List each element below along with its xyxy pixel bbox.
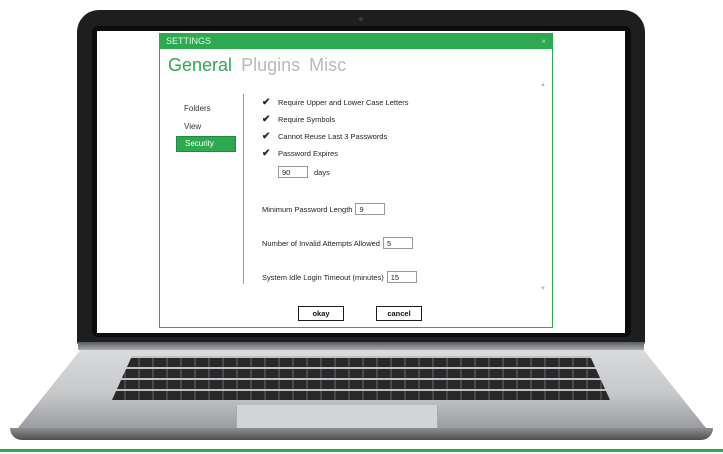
laptop-bottom-edge bbox=[10, 428, 713, 440]
checkbox-label: Password Expires bbox=[278, 149, 339, 158]
nav-item-view[interactable]: View bbox=[176, 118, 236, 136]
scroll-up-icon[interactable]: ▲ bbox=[540, 82, 546, 88]
tab-misc[interactable]: Misc bbox=[309, 55, 346, 75]
cancel-button[interactable]: cancel bbox=[376, 306, 422, 321]
laptop-screen: SETTINGS × General Plugins Misc ▲ Folder… bbox=[97, 31, 625, 333]
checkmark-icon[interactable]: ✔ bbox=[262, 148, 272, 159]
idle-timeout-input[interactable]: 15 bbox=[386, 271, 417, 283]
checkbox-row[interactable]: ✔ Require Upper and Lower Case Letters bbox=[262, 94, 417, 111]
checkbox-row[interactable]: ✔ Password Expires bbox=[262, 145, 417, 162]
settings-nav: Folders View Security bbox=[176, 100, 236, 152]
dialog-buttons: okay cancel bbox=[298, 306, 422, 321]
checkbox-row[interactable]: ✔ Require Symbols bbox=[262, 111, 417, 128]
vertical-divider bbox=[243, 94, 244, 284]
idle-timeout-label: System Idle Login Timeout (minutes) bbox=[262, 272, 384, 282]
laptop-keyboard bbox=[112, 356, 610, 400]
tab-bar: General Plugins Misc bbox=[168, 55, 350, 76]
scroll-down-icon[interactable]: ▼ bbox=[540, 286, 546, 292]
checkmark-icon[interactable]: ✔ bbox=[262, 131, 272, 142]
min-length-row: Minimum Password Length 9 bbox=[262, 202, 417, 216]
idle-timeout-row: System Idle Login Timeout (minutes) 15 bbox=[262, 270, 417, 284]
expiry-days-input[interactable]: 90 bbox=[278, 166, 308, 178]
nav-item-folders[interactable]: Folders bbox=[176, 100, 236, 118]
accent-line bbox=[0, 449, 723, 452]
nav-item-security[interactable]: Security bbox=[176, 136, 236, 152]
min-length-input[interactable]: 9 bbox=[355, 203, 386, 215]
min-length-label: Minimum Password Length bbox=[262, 204, 353, 214]
security-panel: ✔ Require Upper and Lower Case Letters ✔… bbox=[262, 94, 417, 284]
okay-button[interactable]: okay bbox=[298, 306, 344, 321]
dialog-title: SETTINGS bbox=[166, 36, 212, 46]
webcam-icon bbox=[359, 17, 363, 21]
checkbox-label: Require Upper and Lower Case Letters bbox=[278, 98, 409, 107]
checkbox-label: Require Symbols bbox=[278, 115, 336, 124]
close-icon[interactable]: × bbox=[541, 34, 546, 49]
checkbox-row[interactable]: ✔ Cannot Reuse Last 3 Passwords bbox=[262, 128, 417, 145]
invalid-attempts-row: Number of Invalid Attempts Allowed 5 bbox=[262, 236, 417, 250]
expiry-unit-label: days bbox=[314, 167, 330, 177]
tab-plugins[interactable]: Plugins bbox=[241, 55, 300, 75]
invalid-attempts-label: Number of Invalid Attempts Allowed bbox=[262, 238, 380, 248]
tab-general[interactable]: General bbox=[168, 55, 232, 75]
settings-dialog: SETTINGS × General Plugins Misc ▲ Folder… bbox=[159, 33, 553, 328]
expiry-row: 90 days bbox=[278, 164, 417, 180]
checkbox-label: Cannot Reuse Last 3 Passwords bbox=[278, 132, 388, 141]
laptop-hinge bbox=[78, 342, 644, 350]
invalid-attempts-input[interactable]: 5 bbox=[382, 237, 413, 249]
checkmark-icon[interactable]: ✔ bbox=[262, 97, 272, 108]
checkmark-icon[interactable]: ✔ bbox=[262, 114, 272, 125]
dialog-titlebar: SETTINGS × bbox=[160, 34, 552, 49]
